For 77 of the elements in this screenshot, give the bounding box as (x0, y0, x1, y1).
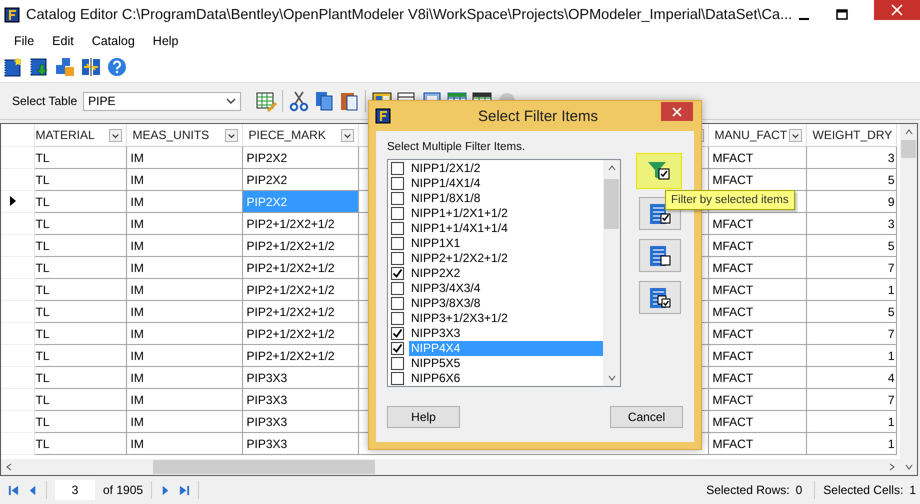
table-cell: 4 (806, 366, 896, 388)
table-cell: 3 (806, 212, 896, 234)
table-cell: IM (126, 300, 242, 322)
table-cell: MFACT (708, 212, 806, 234)
dialog-title: Select Filter Items (478, 108, 598, 124)
table-cell: TL (34, 168, 126, 190)
table-cell: TL (34, 388, 126, 410)
table-cell: PIP2+1/2X2+1/2 (242, 234, 358, 256)
table-cell: TL (34, 432, 126, 454)
status-label: Selected Rows: (706, 483, 790, 497)
record-count: of 1905 (103, 483, 144, 497)
table-cell: IM (126, 366, 242, 388)
table-cell: PIP2+1/2X2+1/2 (242, 344, 358, 366)
table-cell: 1 (806, 344, 896, 366)
table-cell: IM (126, 344, 242, 366)
table-cell: MFACT (708, 234, 806, 256)
table-cell: 7 (806, 322, 896, 344)
table-cell: IM (126, 234, 242, 256)
table-cell: IM (126, 278, 242, 300)
table-cell: PIP2X2 (242, 146, 358, 168)
table-cell: MFACT (708, 256, 806, 278)
table-cell: IM (126, 432, 242, 454)
table-cell: TL (34, 322, 126, 344)
table-cell: IM (126, 146, 242, 168)
table-cell: TL (34, 146, 126, 168)
table-cell: 1 (806, 432, 896, 454)
table-cell: MFACT (708, 344, 806, 366)
table-cell: 9 (806, 190, 896, 212)
tooltip: Filter by selected items (665, 190, 795, 210)
status-label: Selected Cells: (823, 483, 904, 497)
table-cell: TL (34, 190, 126, 212)
table-cell: MFACT (708, 388, 806, 410)
table-cell: PIP3X3 (242, 410, 358, 432)
table-cell: MFACT (708, 410, 806, 432)
status-value: 0 (796, 483, 802, 497)
table-cell: IM (126, 190, 242, 212)
table-cell: TL (34, 344, 126, 366)
table-cell: PIP2+1/2X2+1/2 (242, 300, 358, 322)
table-cell: TL (34, 212, 126, 234)
table-cell: MFACT (708, 432, 806, 454)
table-cell: PIP3X3 (242, 366, 358, 388)
table-cell: MFACT (708, 146, 806, 168)
table-cell: 1 (806, 410, 896, 432)
table-cell: IM (126, 322, 242, 344)
table-cell: PIP2+1/2X2+1/2 (242, 256, 358, 278)
table-cell: PIP2+1/2X2+1/2 (242, 322, 358, 344)
window-title: Catalog Editor C:\ProgramData\Bentley\OpenPlantModeler V8i\WorkSpace\Projects\OPModeler_Imperial\DataSet\Ca... (26, 7, 792, 23)
table-cell: IM (126, 410, 242, 432)
table-cell: TL (34, 410, 126, 432)
table-cell: 1 (806, 278, 896, 300)
table-cell: 5 (806, 168, 896, 190)
table-cell: IM (126, 256, 242, 278)
table-cell: PIP3X3 (242, 388, 358, 410)
table-cell: MFACT (708, 322, 806, 344)
table-cell: 7 (806, 388, 896, 410)
table-cell: IM (126, 168, 242, 190)
table-cell: TL (34, 300, 126, 322)
table-cell: IM (126, 388, 242, 410)
instruction-text: Select Multiple Filter Items. (387, 141, 526, 153)
table-cell: PIP2+1/2X2+1/2 (242, 212, 358, 234)
table-cell: 5 (806, 300, 896, 322)
table-cell: TL (34, 366, 126, 388)
table-cell: MFACT (708, 366, 806, 388)
table-cell: MFACT (708, 278, 806, 300)
table-cell: PIP2X2 (242, 190, 358, 212)
table-cell: TL (34, 256, 126, 278)
table-cell: 7 (806, 256, 896, 278)
table-cell: TL (34, 278, 126, 300)
table-cell: TL (34, 234, 126, 256)
table-cell: MFACT (708, 300, 806, 322)
table-cell: IM (126, 212, 242, 234)
table-cell: PIP3X3 (242, 432, 358, 454)
table-cell: 3 (806, 146, 896, 168)
table-cell: 5 (806, 234, 896, 256)
select-table-label: Select Table (12, 94, 78, 108)
status-value: 1 (909, 483, 916, 497)
table-cell: PIP2+1/2X2+1/2 (242, 278, 358, 300)
